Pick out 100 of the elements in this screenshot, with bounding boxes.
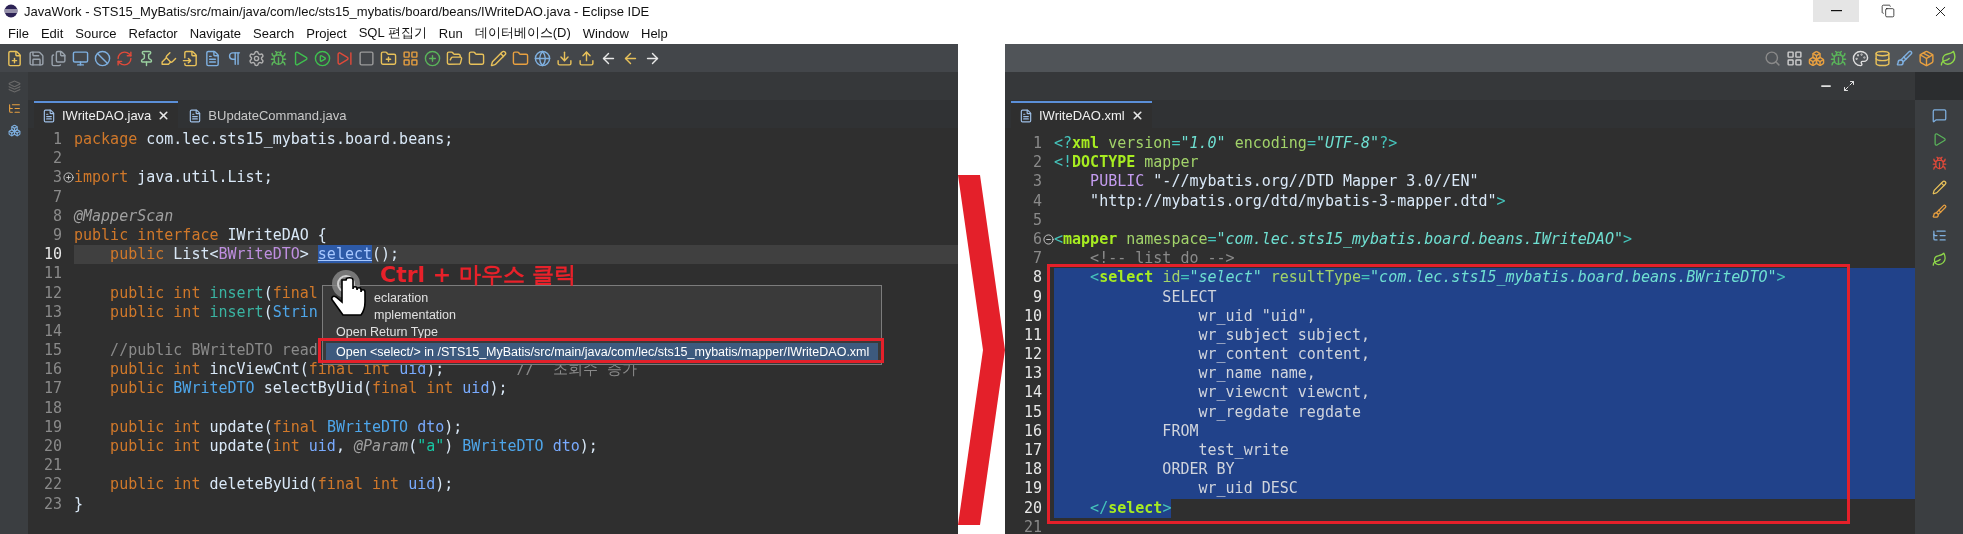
leaf-icon[interactable] [1940, 49, 1957, 67]
debug-icon[interactable] [270, 49, 287, 67]
folder-icon[interactable] [512, 49, 529, 67]
boxes-icon[interactable] [7, 124, 21, 137]
line-number: 10 [42, 245, 62, 265]
menu-item[interactable]: Edit [34, 25, 70, 41]
code-line: public BWriteDTO selectByUid(final int uid); [109, 379, 508, 399]
stop-icon[interactable] [358, 49, 375, 67]
line-number: 3 [1031, 172, 1042, 192]
line-number: 8 [1031, 268, 1042, 288]
code-line: public int update(int uid, @Param("a") BWriteDTO dto); [109, 437, 598, 457]
palette-icon[interactable] [1852, 49, 1869, 67]
line-number: 10 [1022, 306, 1042, 326]
save-icon[interactable] [28, 49, 45, 67]
menu-item[interactable]: Help [635, 25, 674, 41]
package-icon[interactable] [1918, 49, 1935, 67]
brush-icon[interactable] [1931, 204, 1947, 219]
skip-breakpoints-icon[interactable] [94, 49, 111, 67]
close-icon[interactable] [1130, 109, 1144, 122]
code-line: public interface IWriteDAO { [74, 225, 327, 246]
line-number: 1 [51, 130, 62, 150]
editor-tab[interactable]: IWriteDAO.xml [1011, 101, 1152, 128]
menu-item[interactable]: Open <select/> in /STS15_MyBatis/src/main/java/com/lec/sts15_mybatis/mapper/IWriteDAO.xml [326, 343, 878, 360]
line-number: 6 [1031, 229, 1042, 250]
download-icon[interactable] [556, 49, 573, 67]
line-number: 16 [42, 360, 62, 380]
line-number: 9 [1031, 287, 1042, 307]
grid-icon[interactable] [402, 49, 419, 67]
file-input-icon[interactable] [182, 49, 199, 67]
search-icon[interactable] [1764, 49, 1781, 67]
fold-expand-icon[interactable] [62, 172, 74, 184]
editor-tab[interactable]: BUpdateCommand.java [180, 101, 355, 128]
menu-item[interactable]: Run [432, 25, 469, 41]
line-number: 23 [42, 494, 62, 514]
debug-icon[interactable] [1830, 49, 1847, 67]
upload-icon[interactable] [578, 49, 595, 67]
pencil-icon[interactable] [490, 49, 507, 67]
line-number: 2 [51, 149, 62, 169]
menu-item[interactable]: eclaration [326, 289, 878, 306]
new-folder-icon[interactable] [380, 49, 397, 67]
leaf-icon[interactable] [1931, 252, 1947, 267]
fold-collapse-icon[interactable] [1042, 234, 1054, 246]
menu-item[interactable]: Project [300, 25, 353, 41]
menu-item[interactable]: Navigate [183, 25, 247, 41]
code-line: import java.util.List; [74, 168, 273, 188]
line-number: 18 [42, 398, 62, 418]
file-icon [188, 108, 203, 123]
window-title: JavaWork - STS15_MyBatis/src/main/java/com/lec/sts15_mybatis/board/beans/IWriteDAO.java - Eclipse IDE [24, 3, 650, 19]
code-line: @MapperScan [74, 206, 174, 226]
add-icon[interactable] [424, 49, 441, 67]
line-number: 17 [42, 379, 62, 399]
globe-icon[interactable] [534, 49, 551, 67]
pilcrow-icon[interactable] [226, 49, 243, 67]
menu-item[interactable]: mplementation [326, 306, 878, 323]
pencil-icon[interactable] [1931, 180, 1947, 195]
highlighter-icon[interactable] [160, 49, 177, 67]
menu-item[interactable]: SQL 편집기 [352, 24, 433, 42]
boxes-icon[interactable] [1808, 49, 1825, 67]
line-number: 15 [42, 341, 62, 361]
menu-item[interactable]: File [2, 25, 35, 41]
line-number: 2 [1031, 153, 1042, 173]
line-number: 4 [1031, 191, 1042, 211]
maximize-icon[interactable] [1843, 80, 1855, 92]
code-line: public int deleteByUid(final int uid); [109, 475, 454, 495]
code-line: <!DOCTYPE mapper [1054, 153, 1199, 173]
line-number: 15 [1022, 402, 1042, 422]
line-number: 7 [51, 187, 62, 207]
refresh-icon[interactable] [116, 49, 133, 67]
folder-icon[interactable] [468, 49, 485, 67]
menu-item[interactable]: Open Return Type [326, 323, 878, 340]
tree-icon[interactable] [1931, 228, 1947, 243]
run-icon[interactable] [1931, 132, 1947, 147]
run-icon[interactable] [292, 49, 309, 67]
editor-tab[interactable]: IWriteDAO.java [34, 101, 179, 128]
code-line: //public BWriteDTO read [109, 341, 318, 361]
run-config-icon[interactable] [314, 49, 331, 67]
line-number: 11 [1022, 325, 1042, 346]
chat-icon[interactable] [1931, 108, 1947, 123]
menu-item[interactable]: 데이터베이스(D) [468, 24, 577, 42]
database-icon[interactable] [1874, 49, 1891, 67]
monitor-icon[interactable] [72, 49, 89, 67]
menu-item[interactable]: Search [247, 25, 301, 41]
open-folder-icon[interactable] [446, 49, 463, 67]
line-number: 8 [51, 206, 62, 226]
tree-icon[interactable] [7, 102, 21, 115]
menu-item[interactable]: Source [69, 25, 123, 41]
pin-icon[interactable] [138, 49, 155, 67]
step-icon[interactable] [336, 49, 353, 67]
gear-icon[interactable] [248, 49, 265, 67]
menu-item[interactable]: Window [576, 25, 635, 41]
new-file-icon[interactable] [6, 49, 23, 67]
save-all-icon[interactable] [50, 49, 67, 67]
debug-icon[interactable] [1931, 156, 1947, 171]
line-number: 11 [42, 264, 62, 284]
menu-item[interactable]: Refactor [122, 25, 184, 41]
grid-icon[interactable] [1786, 49, 1803, 67]
line-number: 18 [1022, 460, 1042, 480]
document-icon[interactable] [204, 49, 221, 67]
line-number: 12 [42, 283, 62, 303]
brush-icon[interactable] [1896, 49, 1913, 67]
